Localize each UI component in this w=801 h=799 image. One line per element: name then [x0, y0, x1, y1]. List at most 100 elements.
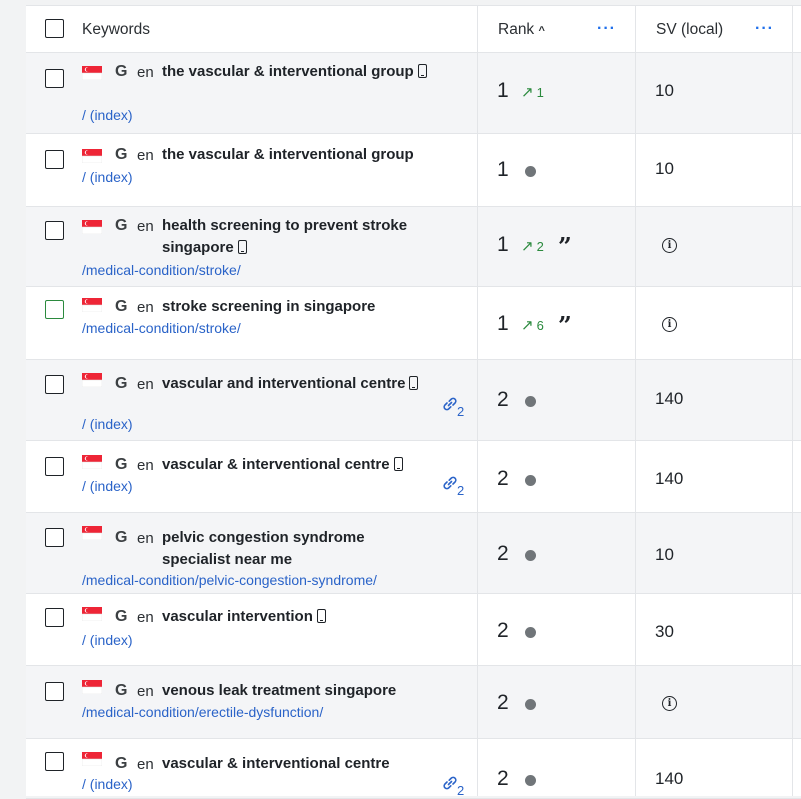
row-checkbox[interactable]	[45, 528, 64, 547]
keyword-text[interactable]: the vascular & interventional group	[162, 144, 427, 166]
landing-url-link[interactable]: /medical-condition/pelvic-congestion-syn…	[82, 572, 377, 588]
keyword-text[interactable]: vascular intervention	[162, 606, 427, 628]
landing-url-link[interactable]: / (index)	[82, 632, 133, 648]
sv-column-header[interactable]: SV (local)	[656, 21, 723, 39]
singapore-flag-icon	[81, 680, 103, 695]
column-divider	[792, 6, 793, 796]
select-all-checkbox[interactable]	[45, 19, 64, 38]
rank-value: 2	[497, 467, 509, 490]
search-volume-value: 140	[655, 469, 684, 488]
info-icon[interactable]: i	[662, 238, 677, 253]
singapore-flag-icon	[81, 455, 103, 470]
singapore-flag-icon	[81, 526, 103, 541]
rank-column-menu-button[interactable]: ···	[597, 20, 616, 38]
rank-value: 2	[497, 388, 509, 411]
row-checkbox[interactable]	[45, 150, 64, 169]
keyword-text[interactable]: venous leak treatment singapore	[162, 680, 427, 702]
table-row: Gen vascular & interventional centre / (in…	[26, 441, 801, 513]
no-change-dot-icon	[525, 775, 536, 786]
landing-url-link[interactable]: / (index)	[82, 107, 133, 123]
link-icon[interactable]: 2	[440, 394, 474, 419]
keyword-label: vascular & interventional centre	[162, 456, 390, 473]
singapore-flag-icon	[81, 220, 103, 235]
google-icon: G	[115, 375, 128, 392]
row-checkbox[interactable]	[45, 300, 64, 319]
keyword-text[interactable]: health screening to prevent stroke singa…	[162, 215, 427, 259]
landing-url-link[interactable]: / (index)	[82, 776, 133, 792]
row-checkbox[interactable]	[45, 69, 64, 88]
landing-url-link[interactable]: / (index)	[82, 169, 133, 185]
language-code: en	[137, 530, 154, 547]
landing-url-link[interactable]: /medical-condition/erectile-dysfunction/	[82, 704, 323, 720]
table-row: Gen stroke screening in singapore/medical…	[26, 287, 801, 360]
rank-value: 2	[497, 767, 509, 790]
row-checkbox[interactable]	[45, 752, 64, 771]
language-code: en	[137, 756, 154, 773]
singapore-flag-icon	[81, 66, 103, 81]
info-icon[interactable]: i	[662, 317, 677, 332]
keyword-text[interactable]: vascular & interventional centre	[162, 753, 427, 775]
featured-snippet-quote-icon: ”	[558, 232, 572, 261]
singapore-flag-icon	[81, 149, 103, 164]
row-checkbox[interactable]	[45, 457, 64, 476]
rank-header-label: Rank	[498, 21, 535, 38]
language-code: en	[137, 299, 154, 316]
arrow-up-right-icon: ↗	[521, 84, 534, 101]
keyword-label: the vascular & interventional group	[162, 146, 414, 163]
search-volume-value: 10	[655, 81, 674, 100]
info-icon[interactable]: i	[662, 696, 677, 711]
link-icon[interactable]: 2	[440, 473, 474, 498]
rank-change: ↗ 2	[521, 237, 544, 255]
keyword-label: the vascular & interventional group	[162, 63, 414, 80]
link-count: 2	[457, 404, 465, 419]
keyword-label: vascular & interventional centre	[162, 755, 390, 772]
table-row: Gen health screening to prevent stroke si…	[26, 207, 801, 287]
rank-change: ↗ 1	[521, 83, 544, 101]
rank-change-value: 6	[536, 318, 544, 333]
keyword-text[interactable]: pelvic congestion syndrome specialist ne…	[162, 527, 427, 571]
row-checkbox[interactable]	[45, 375, 64, 394]
link-icon[interactable]: 2	[440, 773, 474, 798]
table-row: Gen the vascular & interventional group / …	[26, 53, 801, 134]
keywords-column-header: Keywords	[82, 21, 151, 38]
google-icon: G	[115, 456, 128, 473]
no-change-dot-icon	[525, 550, 536, 561]
landing-url-link[interactable]: /medical-condition/stroke/	[82, 262, 241, 278]
landing-url-link[interactable]: / (index)	[82, 416, 133, 432]
keyword-label: vascular intervention	[162, 608, 313, 625]
column-divider	[635, 6, 636, 796]
table-row: Gen vascular intervention / (index) 2 30	[26, 594, 801, 666]
sort-ascending-icon: ^	[538, 25, 545, 37]
keyword-text[interactable]: vascular and interventional centre	[162, 373, 427, 395]
language-code: en	[137, 147, 154, 164]
search-volume-value: 140	[655, 389, 684, 408]
column-divider	[477, 6, 478, 796]
singapore-flag-icon	[81, 607, 103, 622]
keyword-label: vascular and interventional centre	[162, 375, 406, 392]
rank-change-value: 2	[536, 239, 544, 254]
rank-column-header[interactable]: Rank ^	[498, 21, 545, 39]
language-code: en	[137, 218, 154, 235]
keyword-text[interactable]: stroke screening in singapore	[162, 296, 427, 318]
landing-url-link[interactable]: /medical-condition/stroke/	[82, 320, 241, 336]
rank-value: 1	[497, 79, 509, 102]
keywords-table: Keywords Rank ^ ··· SV (local) ··· Gen th…	[26, 5, 801, 799]
row-checkbox[interactable]	[45, 221, 64, 240]
keyword-text[interactable]: vascular & interventional centre	[162, 454, 427, 476]
arrow-up-right-icon: ↗	[521, 238, 534, 255]
table-row: Gen vascular and interventional centre / (…	[26, 360, 801, 441]
rank-change-value: 1	[536, 85, 544, 100]
search-volume-value: 10	[655, 159, 674, 178]
singapore-flag-icon	[81, 752, 103, 767]
rank-value: 2	[497, 619, 509, 642]
no-change-dot-icon	[525, 627, 536, 638]
search-volume-value: 30	[655, 622, 674, 641]
keyword-text[interactable]: the vascular & interventional group	[162, 61, 427, 83]
language-code: en	[137, 683, 154, 700]
rank-change: ↗ 6	[521, 316, 544, 334]
row-checkbox[interactable]	[45, 682, 64, 701]
sv-column-menu-button[interactable]: ···	[755, 20, 774, 38]
search-volume-value: 10	[655, 545, 674, 564]
row-checkbox[interactable]	[45, 608, 64, 627]
landing-url-link[interactable]: / (index)	[82, 478, 133, 494]
